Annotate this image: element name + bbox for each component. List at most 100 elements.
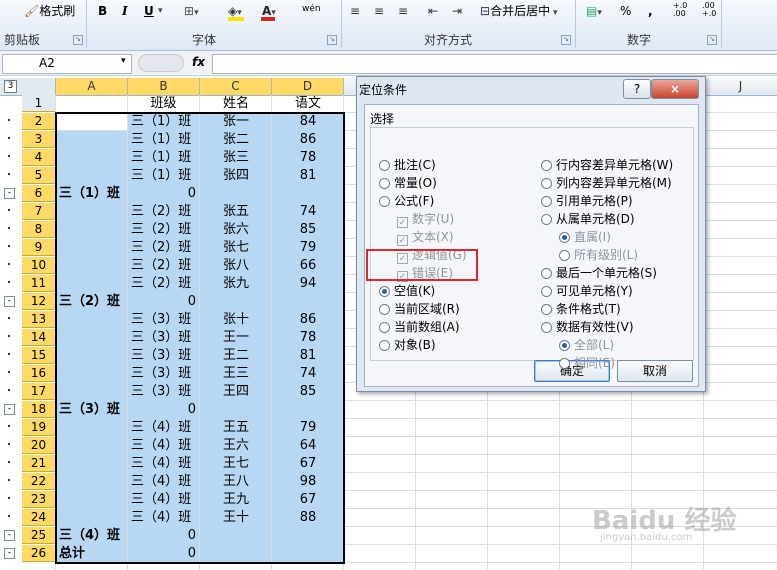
cell-d-20[interactable]: 64 xyxy=(272,437,344,455)
right-option[interactable]: 列内容差异单元格(M) xyxy=(541,175,672,192)
cell-b-14[interactable]: 三（3）班 xyxy=(128,329,200,347)
right-option[interactable]: 最后一个单元格(S) xyxy=(541,265,657,282)
comma-button[interactable]: , xyxy=(648,2,653,20)
column-header-b[interactable]: B xyxy=(128,78,200,95)
cell-a-17[interactable] xyxy=(56,383,128,401)
cell-b-16[interactable]: 三（3）班 xyxy=(128,365,200,383)
radio-button-icon[interactable] xyxy=(541,160,552,171)
cell-d-16[interactable]: 74 xyxy=(272,365,344,383)
cell-a-1[interactable] xyxy=(56,95,128,113)
cell-a-25[interactable]: 三（4）班 xyxy=(56,527,128,545)
outline-collapse-button[interactable]: - xyxy=(0,401,22,419)
radio-button-icon[interactable] xyxy=(541,322,552,333)
cell-b-3[interactable]: 三（1）班 xyxy=(128,131,200,149)
right-option[interactable]: 可见单元格(Y) xyxy=(541,283,633,300)
outline-collapse-button[interactable]: - xyxy=(0,545,22,563)
cell-d-8[interactable]: 85 xyxy=(272,221,344,239)
cell-c-16[interactable]: 王三 xyxy=(200,365,272,383)
radio-button-icon[interactable] xyxy=(379,340,390,351)
cell-d-21[interactable]: 67 xyxy=(272,455,344,473)
increase-indent-icon[interactable]: ⇥ xyxy=(452,2,462,20)
cell-c-15[interactable]: 王二 xyxy=(200,347,272,365)
left-option[interactable]: 批注(C) xyxy=(379,157,436,174)
row-header[interactable]: 16 xyxy=(22,365,55,382)
cell-a-7[interactable] xyxy=(56,203,128,221)
formula-bar-splitter[interactable] xyxy=(138,54,184,72)
left-option[interactable]: 对象(B) xyxy=(379,337,436,354)
cell-d-17[interactable]: 85 xyxy=(272,383,344,401)
cell-d-4[interactable]: 78 xyxy=(272,149,344,167)
cell-b-2[interactable]: 三（1）班 xyxy=(128,113,200,131)
cell-b-7[interactable]: 三（2）班 xyxy=(128,203,200,221)
cell-c-3[interactable]: 张二 xyxy=(200,131,272,149)
cell-c-1[interactable]: 姓名 xyxy=(200,95,272,113)
accounting-format-icon[interactable]: ▤▾ xyxy=(586,2,602,20)
right-option[interactable]: 引用单元格(P) xyxy=(541,193,633,210)
row-header[interactable]: 13 xyxy=(22,311,55,328)
cell-c-13[interactable]: 张十 xyxy=(200,311,272,329)
insert-function-button[interactable]: fx xyxy=(192,55,205,69)
cell-c-12[interactable] xyxy=(200,293,272,311)
radio-button-icon[interactable] xyxy=(541,196,552,207)
cell-b-11[interactable]: 三（2）班 xyxy=(128,275,200,293)
cell-a-14[interactable] xyxy=(56,329,128,347)
radio-button-icon[interactable] xyxy=(379,178,390,189)
cell-b-10[interactable]: 三（2）班 xyxy=(128,257,200,275)
left-option[interactable]: 常量(O) xyxy=(379,175,437,192)
right-option[interactable]: 数据有效性(V) xyxy=(541,319,634,336)
column-header-c[interactable]: C xyxy=(200,78,272,95)
left-option[interactable]: 当前区域(R) xyxy=(379,301,460,318)
border-icon[interactable]: ⊞▾ xyxy=(184,2,199,20)
cell-b-13[interactable]: 三（3）班 xyxy=(128,311,200,329)
cell-b-8[interactable]: 三（2）班 xyxy=(128,221,200,239)
radio-button-icon[interactable] xyxy=(379,304,390,315)
name-box[interactable]: A2 ▾ xyxy=(2,54,132,74)
row-header[interactable]: 7 xyxy=(22,203,55,220)
bold-button[interactable]: B xyxy=(98,2,107,20)
close-button[interactable]: × xyxy=(651,79,699,99)
row-header[interactable]: 15 xyxy=(22,347,55,364)
cell-a-3[interactable] xyxy=(56,131,128,149)
cell-b-25[interactable]: 0 xyxy=(128,527,200,545)
row-header[interactable]: 14 xyxy=(22,329,55,346)
cell-c-26[interactable] xyxy=(200,545,272,563)
row-header[interactable]: 9 xyxy=(22,239,55,256)
cell-c-4[interactable]: 张三 xyxy=(200,149,272,167)
radio-button-icon[interactable] xyxy=(379,322,390,333)
alignment-launcher-icon[interactable]: ↘ xyxy=(561,35,571,45)
cell-c-6[interactable] xyxy=(200,185,272,203)
row-header[interactable]: 19 xyxy=(22,419,55,436)
cancel-button[interactable]: 取消 xyxy=(617,360,693,382)
outline-collapse-button[interactable]: - xyxy=(0,293,22,311)
cell-c-5[interactable]: 张四 xyxy=(200,167,272,185)
right-option[interactable]: 行内容差异单元格(W) xyxy=(541,157,673,174)
name-box-dropdown-icon[interactable]: ▾ xyxy=(121,56,126,66)
cell-b-18[interactable]: 0 xyxy=(128,401,200,419)
cell-c-10[interactable]: 张八 xyxy=(200,257,272,275)
cell-a-4[interactable] xyxy=(56,149,128,167)
radio-button-icon[interactable] xyxy=(541,286,552,297)
row-header[interactable]: 17 xyxy=(22,383,55,400)
cell-b-24[interactable]: 三（4）班 xyxy=(128,509,200,527)
cell-a-22[interactable] xyxy=(56,473,128,491)
cell-b-17[interactable]: 三（3）班 xyxy=(128,383,200,401)
outline-collapse-button[interactable]: - xyxy=(0,185,22,203)
radio-button-icon[interactable] xyxy=(541,304,552,315)
cell-b-15[interactable]: 三（3）班 xyxy=(128,347,200,365)
cell-d-10[interactable]: 66 xyxy=(272,257,344,275)
row-header[interactable]: 6 xyxy=(22,185,55,202)
row-header[interactable]: 26 xyxy=(22,545,55,562)
phonetic-button[interactable]: wén xyxy=(302,0,321,18)
formula-input[interactable] xyxy=(212,54,777,74)
cell-d-22[interactable]: 98 xyxy=(272,473,344,491)
cell-a-6[interactable]: 三（1）班 xyxy=(56,185,128,203)
underline-dropdown-icon[interactable]: ▾ xyxy=(158,2,163,20)
cell-d-24[interactable]: 88 xyxy=(272,509,344,527)
cell-b-6[interactable]: 0 xyxy=(128,185,200,203)
row-header[interactable]: 8 xyxy=(22,221,55,238)
row-header[interactable]: 3 xyxy=(22,131,55,148)
cell-d-6[interactable] xyxy=(272,185,344,203)
radio-button-icon[interactable] xyxy=(379,286,390,297)
cell-b-9[interactable]: 三（2）班 xyxy=(128,239,200,257)
cell-c-20[interactable]: 王六 xyxy=(200,437,272,455)
